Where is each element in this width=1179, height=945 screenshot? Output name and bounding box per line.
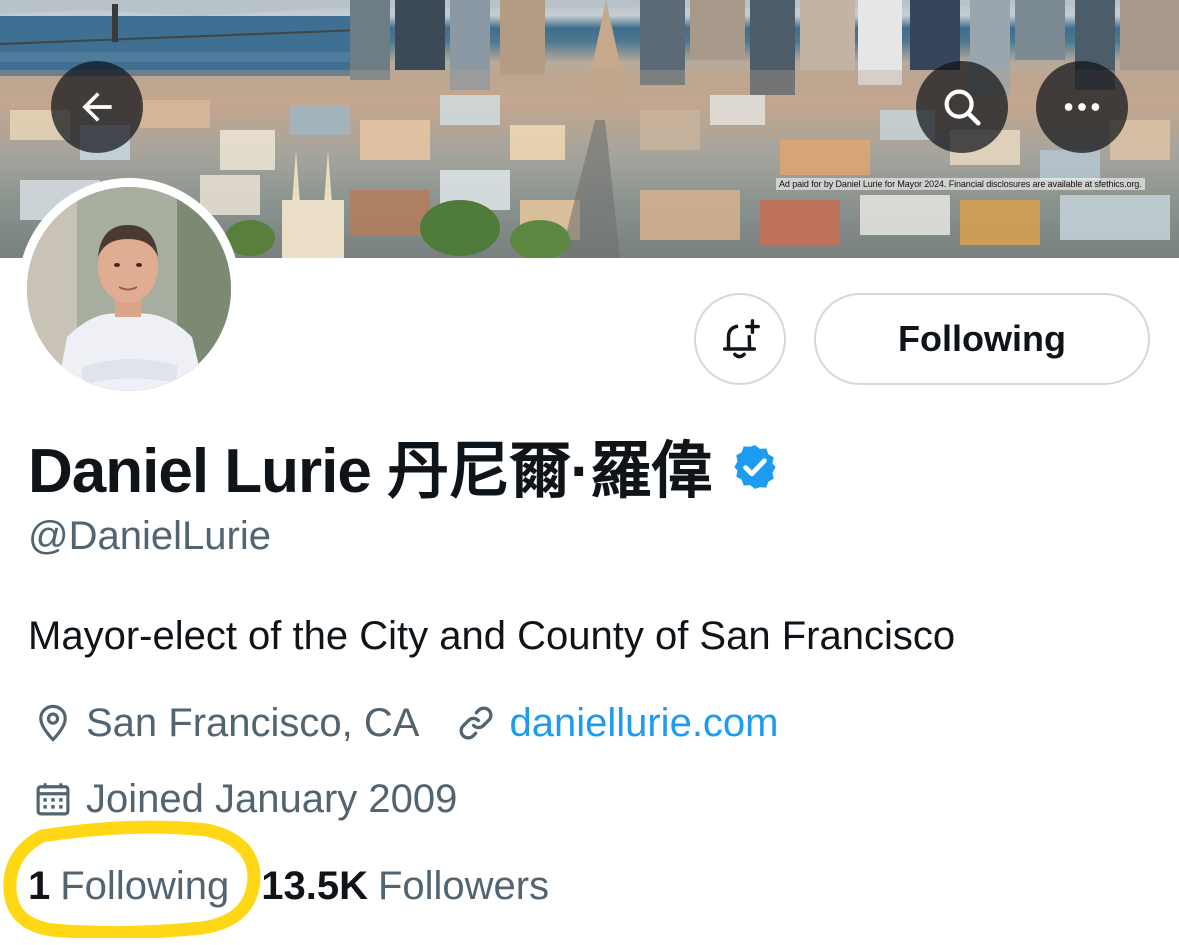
search-button[interactable] bbox=[916, 61, 1008, 153]
followers-stat-link[interactable]: 13.5K Followers bbox=[261, 864, 549, 909]
notifications-button[interactable] bbox=[694, 293, 786, 385]
more-horizontal-icon bbox=[1064, 103, 1100, 111]
link-icon bbox=[459, 706, 493, 740]
ad-disclaimer: Ad paid for by Daniel Lurie for Mayor 20… bbox=[776, 178, 1145, 190]
joined-text: Joined January 2009 bbox=[86, 776, 458, 821]
following-label: Following bbox=[60, 863, 230, 908]
calendar-icon bbox=[36, 783, 70, 816]
avatar-photo bbox=[27, 187, 231, 391]
profile-handle: @DanielLurie bbox=[28, 514, 271, 558]
profile-name-row: Daniel Lurie 丹尼爾·羅偉 bbox=[28, 420, 780, 510]
back-button[interactable] bbox=[51, 61, 143, 153]
arrow-left-icon bbox=[82, 92, 112, 122]
more-options-button[interactable] bbox=[1036, 61, 1128, 153]
following-count: 1 bbox=[28, 863, 51, 908]
bell-plus-icon bbox=[722, 319, 760, 359]
location-text: San Francisco, CA bbox=[86, 700, 420, 745]
followers-count: 13.5K bbox=[261, 863, 368, 908]
website-item[interactable]: daniellurie.com bbox=[453, 700, 779, 746]
search-icon bbox=[944, 89, 981, 126]
verified-badge-icon[interactable] bbox=[730, 442, 780, 492]
website-link[interactable]: daniellurie.com bbox=[509, 701, 778, 746]
profile-stats: 1 Following 13.5K Followers bbox=[28, 858, 549, 914]
profile-meta-row: San Francisco, CA daniellurie.com bbox=[30, 696, 779, 750]
followers-label: Followers bbox=[377, 863, 550, 908]
following-stat-link[interactable]: 1 Following bbox=[28, 864, 229, 909]
profile-avatar[interactable] bbox=[18, 178, 240, 400]
profile-bio: Mayor-elect of the City and County of Sa… bbox=[28, 614, 956, 658]
person-portrait-icon bbox=[27, 187, 231, 391]
following-button[interactable]: Following bbox=[814, 293, 1150, 385]
location-pin-icon bbox=[39, 704, 67, 742]
joined-item: Joined January 2009 bbox=[30, 776, 457, 822]
joined-row: Joined January 2009 bbox=[30, 772, 457, 826]
display-name: Daniel Lurie 丹尼爾·羅偉 bbox=[28, 437, 713, 506]
location-item: San Francisco, CA bbox=[30, 700, 419, 746]
